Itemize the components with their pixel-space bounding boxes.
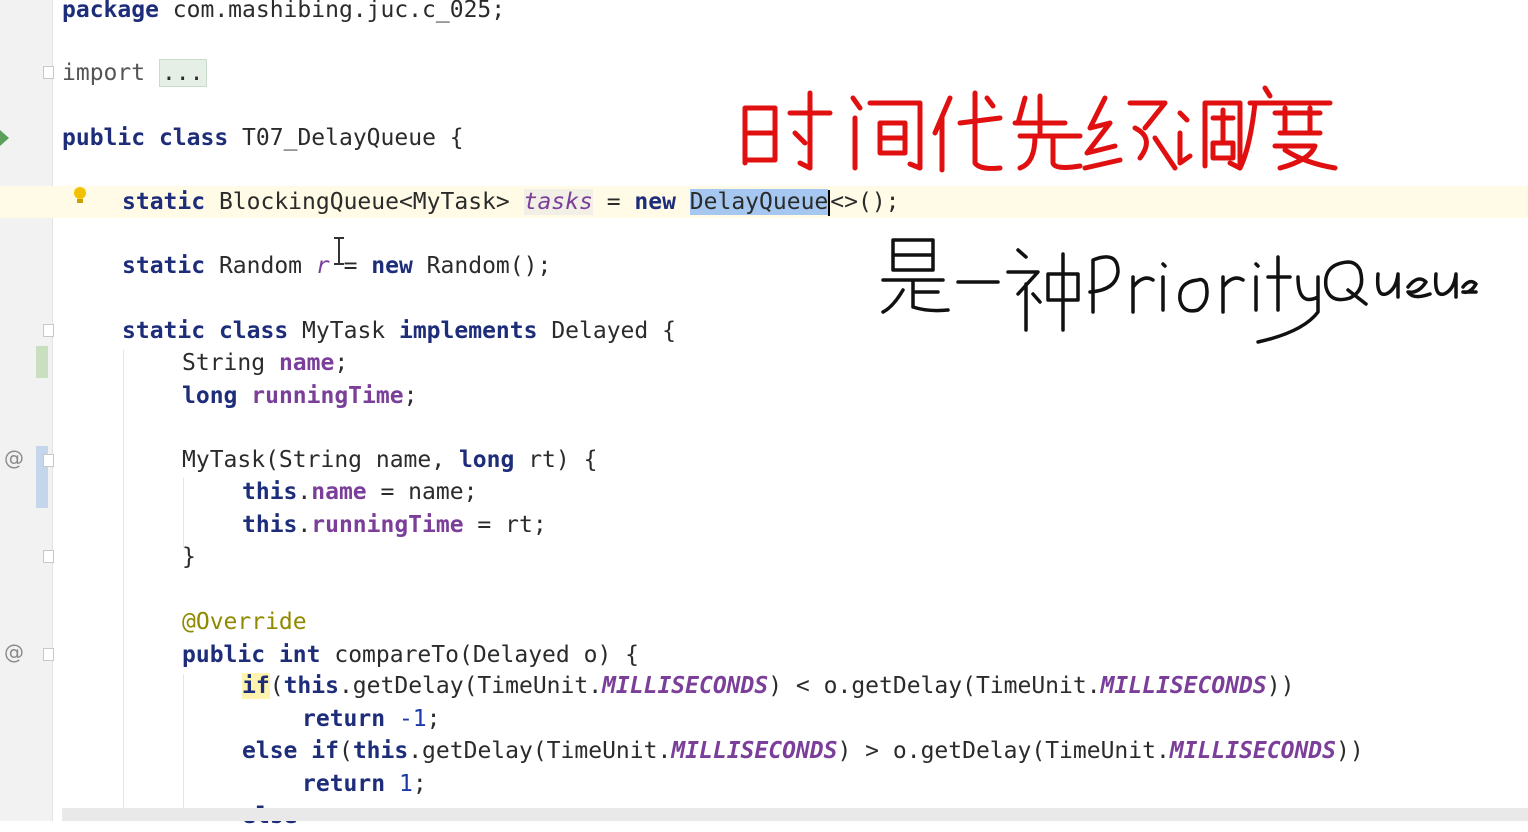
code-line[interactable]: else if(this.getDelay(TimeUnit.MILLISECO… — [242, 735, 1528, 767]
fold-icon[interactable] — [43, 454, 54, 467]
selected-text[interactable]: DelayQueue — [689, 189, 829, 215]
code-line[interactable]: long runningTime; — [182, 380, 1528, 412]
fold-icon[interactable] — [43, 324, 54, 337]
code-line-current[interactable]: static BlockingQueue<MyTask> tasks = new… — [0, 186, 1528, 218]
code-line[interactable]: return 1; — [302, 768, 1528, 800]
override-marker-icon[interactable]: @ — [4, 446, 24, 470]
code-line[interactable]: package com.mashibing.juc.c_025; — [62, 0, 1528, 26]
fold-icon[interactable] — [43, 66, 54, 79]
change-marker — [36, 346, 48, 378]
code-line[interactable]: } — [182, 541, 1528, 573]
text-cursor-icon — [334, 237, 344, 265]
indent-guide — [183, 674, 184, 810]
run-arrow-icon[interactable] — [0, 130, 9, 146]
handwritten-annotation-red — [742, 85, 1338, 173]
folded-imports[interactable]: ... — [158, 59, 207, 87]
code-line[interactable]: this.runningTime = rt; — [242, 509, 1528, 541]
horizontal-scrollbar[interactable] — [62, 808, 1528, 821]
override-marker-icon[interactable]: @ — [4, 640, 24, 664]
editor-gutter: @ @ — [0, 0, 54, 821]
code-line[interactable]: @Override — [182, 606, 1528, 638]
code-line[interactable]: public int compareTo(Delayed o) { — [182, 639, 1528, 671]
fold-icon[interactable] — [43, 550, 54, 563]
code-line[interactable]: return -1; — [302, 703, 1528, 735]
handwritten-annotation-black — [881, 238, 1478, 344]
indent-guide — [123, 350, 124, 810]
lightbulb-icon[interactable] — [72, 186, 88, 206]
code-line[interactable]: this.name = name; — [242, 476, 1528, 508]
code-line[interactable]: String name; — [182, 347, 1528, 379]
code-line[interactable]: if(this.getDelay(TimeUnit.MILLISECONDS) … — [242, 670, 1528, 702]
fold-icon[interactable] — [43, 648, 54, 661]
indent-guide — [183, 478, 184, 548]
code-line[interactable]: MyTask(String name, long rt) { — [182, 444, 1528, 476]
